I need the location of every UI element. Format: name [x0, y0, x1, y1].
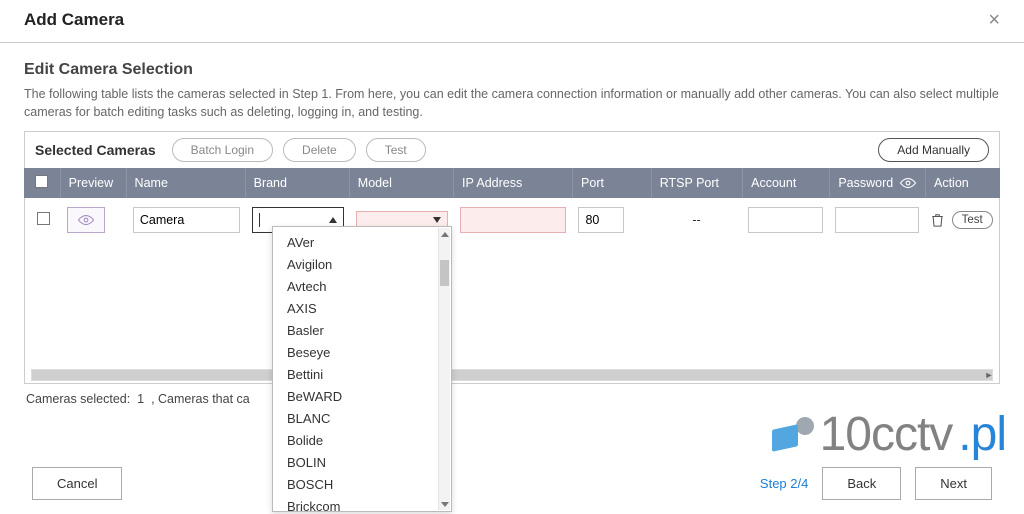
row-checkbox[interactable]	[37, 212, 50, 225]
brand-option[interactable]: Beseye	[273, 341, 451, 363]
trash-icon[interactable]	[931, 213, 944, 227]
brand-option[interactable]: Avtech	[273, 275, 451, 297]
text-cursor-icon	[259, 213, 260, 227]
chevron-down-icon	[433, 217, 441, 223]
scroll-up-icon[interactable]	[439, 228, 450, 240]
chevron-up-icon	[329, 217, 337, 223]
brand-option[interactable]: Bettini	[273, 363, 451, 385]
brand-option[interactable]: BOLIN	[273, 451, 451, 473]
table-row: -- Test	[25, 198, 999, 242]
brand-option[interactable]: BOSCH	[273, 473, 451, 495]
rtsp-port-value: --	[651, 198, 742, 242]
password-input[interactable]	[835, 207, 918, 233]
cameras-table: Preview Name Brand Model IP Address Port…	[24, 168, 1000, 198]
dropdown-scrollbar[interactable]	[438, 228, 450, 510]
brand-option[interactable]: Avigilon	[273, 253, 451, 275]
section-description: The following table lists the cameras se…	[24, 85, 1000, 121]
col-preview: Preview	[60, 168, 126, 198]
step-indicator: Step 2/4	[760, 476, 808, 491]
watermark-logo-icon	[770, 417, 814, 453]
scroll-down-icon[interactable]	[439, 498, 450, 510]
test-button[interactable]: Test	[366, 138, 426, 162]
col-name: Name	[126, 168, 245, 198]
col-rtsp: RTSP Port	[651, 168, 742, 198]
col-account: Account	[743, 168, 830, 198]
brand-option[interactable]: AVer	[273, 231, 451, 253]
eye-icon	[899, 177, 917, 189]
col-model: Model	[349, 168, 453, 198]
panel-toolbar: Selected Cameras Batch Login Delete Test…	[24, 131, 1000, 168]
col-ip: IP Address	[453, 168, 572, 198]
batch-login-button[interactable]: Batch Login	[172, 138, 273, 162]
scroll-right-icon[interactable]: ►	[984, 370, 994, 380]
col-password: Password	[830, 168, 926, 198]
add-manually-button[interactable]: Add Manually	[878, 138, 989, 162]
status-line: Cameras selected: 1 , Cameras that ca	[24, 384, 1000, 414]
section-title: Edit Camera Selection	[24, 61, 1000, 79]
brand-option[interactable]: AXIS	[273, 297, 451, 319]
brand-option[interactable]: Basler	[273, 319, 451, 341]
select-all-checkbox[interactable]	[35, 175, 48, 188]
port-input[interactable]	[578, 207, 624, 233]
preview-button[interactable]	[67, 207, 105, 233]
delete-button[interactable]: Delete	[283, 138, 356, 162]
brand-option[interactable]: BeWARD	[273, 385, 451, 407]
brand-option[interactable]: BLANC	[273, 407, 451, 429]
next-button[interactable]: Next	[915, 467, 992, 500]
eye-icon	[77, 214, 95, 226]
brand-dropdown-menu[interactable]: AVerAvigilonAvtechAXISBaslerBeseyeBettin…	[272, 226, 452, 512]
brand-option[interactable]: Brickcom	[273, 495, 451, 511]
name-input[interactable]	[133, 207, 240, 233]
account-input[interactable]	[748, 207, 823, 233]
horizontal-scrollbar[interactable]: ◄ ►	[31, 369, 993, 381]
dialog-title: Add Camera	[24, 10, 124, 30]
brand-option[interactable]: Bolide	[273, 429, 451, 451]
cancel-button[interactable]: Cancel	[32, 467, 122, 500]
row-test-button[interactable]: Test	[952, 211, 993, 229]
col-port: Port	[573, 168, 652, 198]
panel-label: Selected Cameras	[35, 142, 156, 158]
col-action: Action	[925, 168, 1000, 198]
close-icon[interactable]: ×	[988, 10, 1000, 30]
watermark: 10cctv.pl	[770, 407, 1006, 462]
back-button[interactable]: Back	[822, 467, 901, 500]
dialog-footer: Cancel Step 2/4 Back Next	[0, 467, 1024, 500]
ip-address-input[interactable]	[460, 207, 567, 233]
col-brand: Brand	[245, 168, 349, 198]
